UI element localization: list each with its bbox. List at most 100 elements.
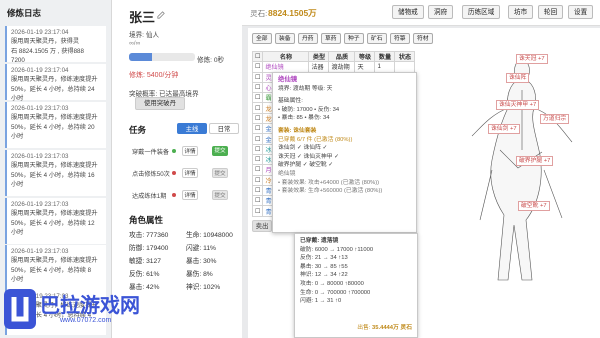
- tooltip-line: • 套装效果: 攻击+64000 (已激活 (80%)): [278, 179, 380, 186]
- tab-main[interactable]: 主线: [177, 123, 207, 134]
- header-name: 名称: [262, 50, 310, 63]
- row-checkbox[interactable]: ☐: [251, 71, 264, 83]
- header-status: 状态: [394, 50, 416, 63]
- task-submit-button[interactable]: 提交: [212, 146, 228, 156]
- realm-text: 境界: 仙人: [129, 32, 160, 39]
- tooltip-title: 绝仙镜: [278, 76, 298, 83]
- cultivation-progress: [129, 53, 195, 61]
- task-status-dot: [172, 193, 176, 197]
- settings-button[interactable]: 设置: [568, 5, 594, 19]
- row-checkbox[interactable]: ☐: [251, 184, 264, 197]
- attribute-value: 反伤: 61%: [129, 271, 160, 278]
- training-area-button[interactable]: 历练区域: [462, 5, 501, 19]
- category-seeds[interactable]: 种子: [344, 33, 364, 44]
- inventory-row[interactable]: ☐ 绝仙镜 法器 渡劫期天 1: [251, 61, 416, 73]
- row-checkbox[interactable]: ☐: [251, 92, 264, 104]
- header-quality: 品质: [328, 50, 356, 63]
- equipment-slot-label[interactable]: 破界护腿 +7: [516, 156, 554, 166]
- sell-price-value: 35.4444万 灵石: [372, 325, 412, 332]
- cell-level: 天: [354, 61, 376, 73]
- equipment-slot-label[interactable]: 诛仙剑 +7: [488, 124, 520, 134]
- cell-type: 法器: [308, 61, 330, 73]
- storage-ring-button[interactable]: 储物戒: [392, 5, 424, 19]
- compare-line: 攻击: 0 → 80000 ↑80000: [300, 280, 364, 287]
- log-entry-time: 2026-01-19 23:17:04: [11, 67, 69, 74]
- category-talismans[interactable]: 符箓: [390, 33, 410, 44]
- log-entry-line: 小时: [11, 181, 24, 189]
- tooltip-line: • 套装效果: 生命+560000 (已激活 (80%)): [278, 188, 383, 195]
- log-entry-line: 50%，延长 4 小时，总持续 16: [11, 171, 95, 179]
- attribute-value: 攻击: 777360: [129, 232, 169, 239]
- row-checkbox[interactable]: ☐: [251, 61, 264, 73]
- category-herbs[interactable]: 草药: [321, 33, 341, 44]
- equipment-slot-label[interactable]: 诛仙灭神甲 +7: [496, 100, 540, 110]
- task-detail-button[interactable]: 详情: [182, 146, 198, 156]
- equipment-slot-label[interactable]: 诛天冠 +7: [516, 54, 548, 64]
- log-entry: 2026-01-19 23:17:04 服用周天聚灵丹，修练速度提升 50%，延长 …: [5, 64, 106, 102]
- row-checkbox[interactable]: ☐: [251, 143, 264, 155]
- tooltip-line: • 暴击: 85 • 暴伤: 34: [278, 115, 330, 122]
- equipment-slot-label[interactable]: 诛仙阵: [506, 73, 530, 83]
- row-checkbox[interactable]: ☐: [251, 205, 264, 217]
- row-checkbox[interactable]: ☐: [251, 153, 264, 166]
- cell-qty: 1: [374, 61, 396, 73]
- equipment-slot-label[interactable]: 万道归宗: [540, 114, 570, 124]
- category-all[interactable]: 全部: [252, 33, 272, 44]
- log-entry-time: 2026-01-19 23:17:03: [11, 248, 69, 255]
- tab-daily[interactable]: 日常: [209, 123, 239, 134]
- speed-text: 修炼: 5400/分钟: [129, 72, 179, 79]
- compare-line: 闪避: 1 → 31 ↑0: [300, 298, 342, 305]
- log-entry-line: 服用周天聚灵丹，修练速度提升: [11, 162, 98, 170]
- attribute-value: 生命: 10948000: [186, 232, 233, 239]
- equipment-slot-label[interactable]: 破空靴 +7: [518, 201, 550, 211]
- tasks-title: 任务: [129, 125, 147, 135]
- log-entry-line: 服用周天聚灵丹，修练速度提升: [11, 257, 98, 265]
- stone-label: 灵石:: [250, 9, 268, 18]
- row-checkbox[interactable]: ☐: [251, 112, 264, 125]
- tooltip-line: • 破防: 17000 • 反伤: 34: [278, 106, 340, 113]
- cultivation-progress-fill: [129, 53, 153, 61]
- row-checkbox[interactable]: ☐: [251, 81, 264, 94]
- tooltip-line: 套装: 诛仙套装: [278, 127, 317, 134]
- log-title: 修炼日志: [7, 8, 42, 18]
- tooltip-line: 诛仙剑 ✓ 诛仙阵 ✓: [278, 145, 328, 152]
- stone-value: 8824.1505万: [268, 8, 317, 18]
- log-entry: 2026-01-19 23:17:03 服用周天聚灵丹，修练速度提升 50%，延长 …: [5, 245, 106, 290]
- breakthrough-button[interactable]: 使用突破丹: [135, 97, 185, 110]
- character-name: 张三: [129, 10, 156, 25]
- sell-button[interactable]: 卖出: [252, 220, 272, 232]
- task-submit-button[interactable]: 提交: [212, 168, 228, 178]
- character-figure: [471, 59, 573, 281]
- cave-button[interactable]: 洞府: [428, 5, 454, 19]
- task-submit-button[interactable]: 提交: [212, 190, 228, 200]
- watermark-url: www.07072.com: [60, 317, 112, 324]
- log-entry-line: 服用周天聚灵丹，修练速度提升: [11, 76, 98, 84]
- task-detail-button[interactable]: 详情: [182, 190, 198, 200]
- category-ores[interactable]: 矿石: [367, 33, 387, 44]
- attributes-title: 角色属性: [129, 215, 164, 225]
- category-pills[interactable]: 丹药: [298, 33, 318, 44]
- tooltip-line: 基础属性:: [278, 98, 303, 105]
- log-entry-time: 2026-01-19 23:17:03: [11, 153, 69, 160]
- edit-icon[interactable]: [157, 11, 165, 19]
- attribute-value: 敏捷: 3127: [129, 258, 161, 265]
- row-checkbox[interactable]: ☐: [251, 133, 264, 145]
- row-checkbox[interactable]: ☐: [251, 195, 264, 207]
- log-entry-line: 小时: [11, 229, 24, 237]
- realm-sub: ∞/∞: [129, 40, 141, 47]
- select-all-checkbox[interactable]: ☐: [251, 50, 264, 63]
- task-detail-button[interactable]: 详情: [182, 168, 198, 178]
- attribute-value: 防御: 179400: [129, 245, 169, 252]
- category-equipment[interactable]: 装备: [275, 33, 295, 44]
- log-entry-line: 服用周天聚灵丹，修练速度提升: [11, 114, 98, 122]
- log-entry-line: 50%，延长 4 小时，总持续 24: [11, 85, 95, 93]
- row-checkbox[interactable]: ☐: [251, 164, 264, 176]
- row-checkbox[interactable]: ☐: [251, 123, 264, 135]
- header-type: 类型: [308, 50, 330, 63]
- row-checkbox[interactable]: ☐: [251, 102, 264, 114]
- row-checkbox[interactable]: ☐: [251, 174, 264, 186]
- log-entry-line: 服用周天聚灵丹，修练速度提升: [11, 210, 98, 218]
- cell-name: 绝仙镜: [262, 61, 310, 73]
- market-button[interactable]: 坊市: [508, 5, 534, 19]
- reincarnation-button[interactable]: 轮回: [538, 5, 564, 19]
